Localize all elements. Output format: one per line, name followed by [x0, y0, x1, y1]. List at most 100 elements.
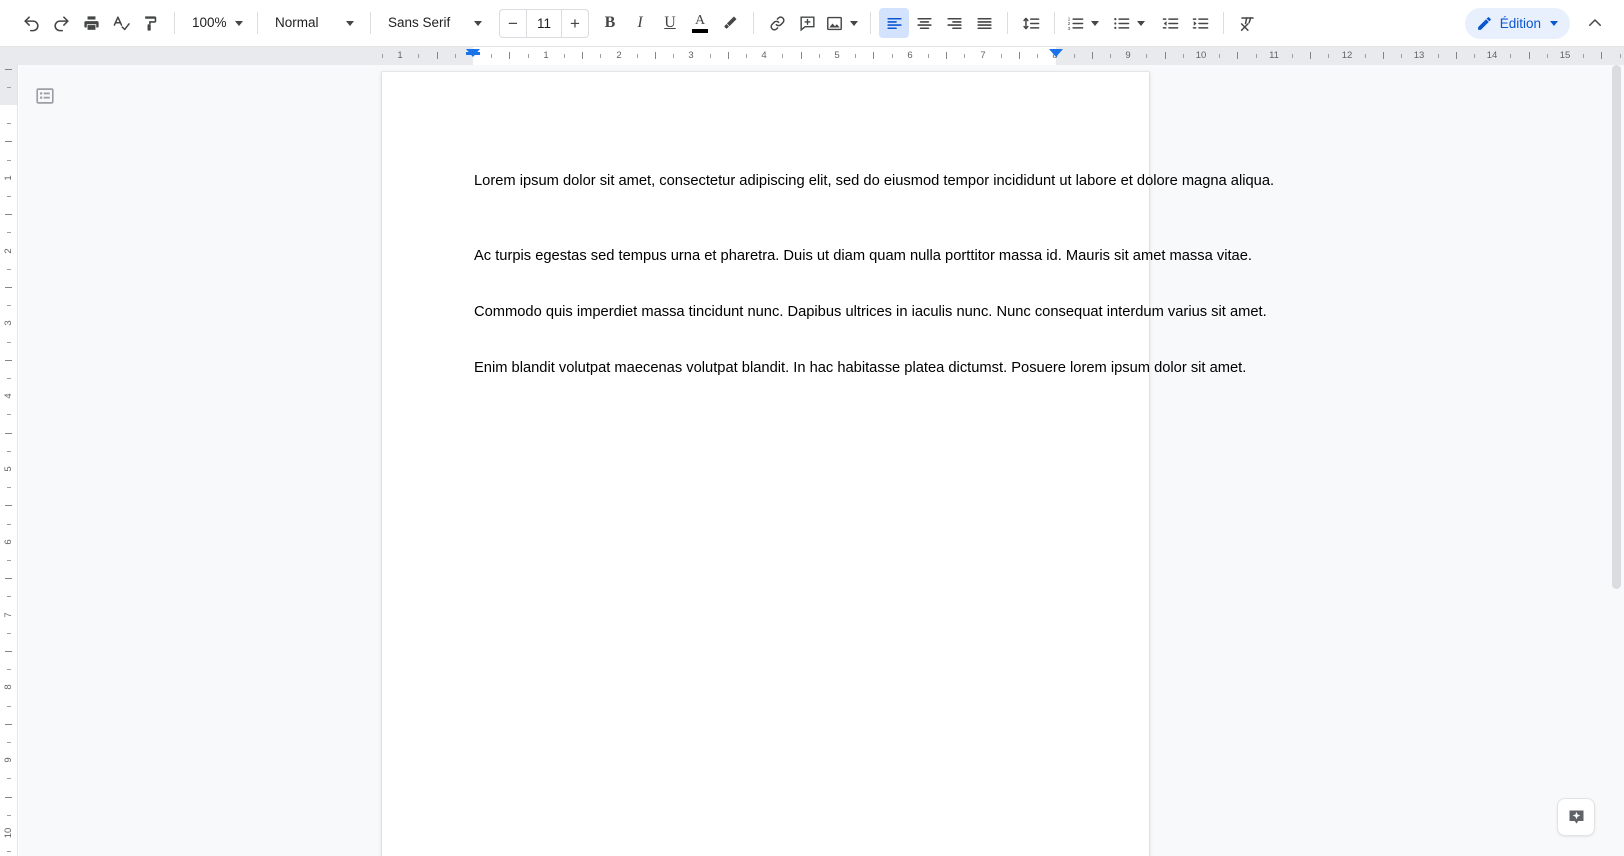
- ruler-tick: [1256, 54, 1257, 58]
- ruler-tick: [637, 54, 638, 58]
- undo-icon: [23, 15, 39, 31]
- font-size-input[interactable]: 11: [526, 9, 562, 37]
- numbered-list-dropdown[interactable]: [1087, 8, 1103, 38]
- vruler-tick: [7, 196, 11, 197]
- font-size-stepper[interactable]: − 11 +: [499, 8, 589, 38]
- paint-format-icon: [144, 15, 156, 31]
- font-family-value: Sans Serif: [388, 15, 451, 30]
- bulleted-list-dropdown[interactable]: [1133, 8, 1149, 38]
- print-button[interactable]: [76, 8, 106, 38]
- vruler-tick: [7, 778, 11, 779]
- ruler-number: 5: [834, 50, 840, 61]
- chevron-down-icon: [346, 20, 354, 26]
- align-center-button[interactable]: [909, 8, 939, 38]
- ruler-tick: [710, 54, 711, 58]
- text-color-button[interactable]: A: [685, 8, 715, 38]
- redo-button[interactable]: [46, 8, 76, 38]
- highlight-color-button[interactable]: [715, 8, 745, 38]
- font-family-select[interactable]: Sans Serif: [379, 8, 491, 38]
- ruler-tick: [819, 54, 820, 58]
- ruler-tick: [1292, 54, 1293, 58]
- ruler-tick-major: [1019, 52, 1020, 59]
- ruler-tick: [1547, 54, 1548, 58]
- paragraph-style-select[interactable]: Normal: [266, 8, 362, 38]
- vertical-scrollbar-thumb[interactable]: [1612, 65, 1621, 589]
- align-justify-button[interactable]: [969, 8, 999, 38]
- print-icon: [83, 15, 99, 30]
- vruler-number: 4: [3, 393, 14, 399]
- bulleted-list-button[interactable]: [1109, 8, 1133, 38]
- svg-text:3: 3: [1067, 25, 1070, 31]
- vruler-tick: [7, 706, 11, 707]
- insert-image-button[interactable]: [822, 8, 846, 38]
- underline-button[interactable]: U: [655, 8, 685, 38]
- right-indent-marker[interactable]: [1049, 49, 1063, 57]
- align-left-icon: [886, 17, 902, 29]
- vertical-ruler[interactable]: 1 2 3 4 5 6 7 8 9 10: [0, 65, 18, 856]
- line-spacing-button[interactable]: [1016, 8, 1046, 38]
- assistant-button[interactable]: [1557, 798, 1595, 836]
- numbered-list-icon: 1 2 3: [1067, 16, 1083, 31]
- align-right-button[interactable]: [939, 8, 969, 38]
- insert-image-dropdown[interactable]: [846, 8, 862, 38]
- ruler-number: 4: [761, 50, 767, 61]
- line-spacing-icon: [1022, 17, 1039, 29]
- vruler-tick-major: [5, 505, 12, 506]
- increase-indent-button[interactable]: [1185, 8, 1215, 38]
- document-page[interactable]: Lorem ipsum dolor sit amet, consectetur …: [382, 72, 1274, 856]
- ruler-tick: [746, 54, 747, 58]
- horizontal-ruler[interactable]: 1 1 2 3 4 5 6 7 8 9 10 11 12 13 14 15: [0, 47, 1624, 65]
- left-indent-marker[interactable]: [466, 49, 480, 57]
- image-icon: [826, 16, 842, 30]
- document-outline-icon: [36, 88, 54, 104]
- undo-button[interactable]: [16, 8, 46, 38]
- collapse-menus-button[interactable]: [1580, 8, 1610, 38]
- ruler-tick: [382, 54, 383, 58]
- font-size-increase-button[interactable]: +: [562, 10, 588, 37]
- add-comment-button[interactable]: [792, 8, 822, 38]
- ruler-tick-major: [873, 52, 874, 59]
- ruler-tick: [1001, 54, 1002, 58]
- paragraph[interactable]: Commodo quis imperdiet massa tincidunt n…: [474, 301, 1624, 323]
- paragraph[interactable]: Enim blandit volutpat maecenas volutpat …: [474, 357, 1624, 379]
- ruler-number: 1: [397, 50, 403, 61]
- ruler-tick: [1183, 54, 1184, 58]
- paint-format-button[interactable]: [136, 8, 166, 38]
- clear-formatting-button[interactable]: [1232, 8, 1262, 38]
- zoom-select[interactable]: 100%: [183, 8, 249, 38]
- zoom-value: 100%: [192, 15, 227, 30]
- ruler-tick-major: [509, 52, 510, 59]
- vruler-number: 3: [3, 320, 14, 326]
- align-left-button[interactable]: [879, 8, 909, 38]
- ruler-tick-major: [728, 52, 729, 59]
- document-outline-button[interactable]: [31, 82, 59, 110]
- ruler-tick: [1146, 54, 1147, 58]
- chevron-up-icon: [1589, 19, 1601, 26]
- decrease-indent-button[interactable]: [1155, 8, 1185, 38]
- paragraph[interactable]: Lorem ipsum dolor sit amet, consectetur …: [474, 170, 1624, 192]
- ruler-tick-major: [1237, 52, 1238, 59]
- toolbar-separator: [753, 12, 754, 34]
- spellcheck-button[interactable]: [106, 8, 136, 38]
- redo-icon: [53, 15, 69, 31]
- paragraph[interactable]: Ac turpis egestas sed tempus urna et pha…: [474, 245, 1624, 267]
- numbered-list-button[interactable]: 1 2 3: [1063, 8, 1087, 38]
- vertical-scrollbar[interactable]: [1609, 65, 1624, 856]
- edit-mode-button[interactable]: Édition: [1464, 7, 1570, 39]
- spellcheck-icon: [113, 15, 130, 30]
- font-size-decrease-button[interactable]: −: [500, 10, 526, 37]
- bold-icon: B: [604, 14, 616, 31]
- bold-button[interactable]: B: [595, 8, 625, 38]
- chevron-down-icon: [234, 20, 243, 26]
- toolbar-separator: [257, 12, 258, 34]
- ruler-number: 15: [1559, 50, 1571, 61]
- align-right-icon: [946, 17, 962, 29]
- ruler-tick-major: [946, 52, 947, 59]
- vruler-number: 1: [3, 175, 14, 181]
- ruler-tick: [1510, 54, 1511, 58]
- insert-link-button[interactable]: [762, 8, 792, 38]
- vruler-number: 6: [3, 539, 14, 545]
- vruler-tick-major: [5, 651, 12, 652]
- italic-button[interactable]: I: [625, 8, 655, 38]
- vruler-number: 5: [3, 466, 14, 472]
